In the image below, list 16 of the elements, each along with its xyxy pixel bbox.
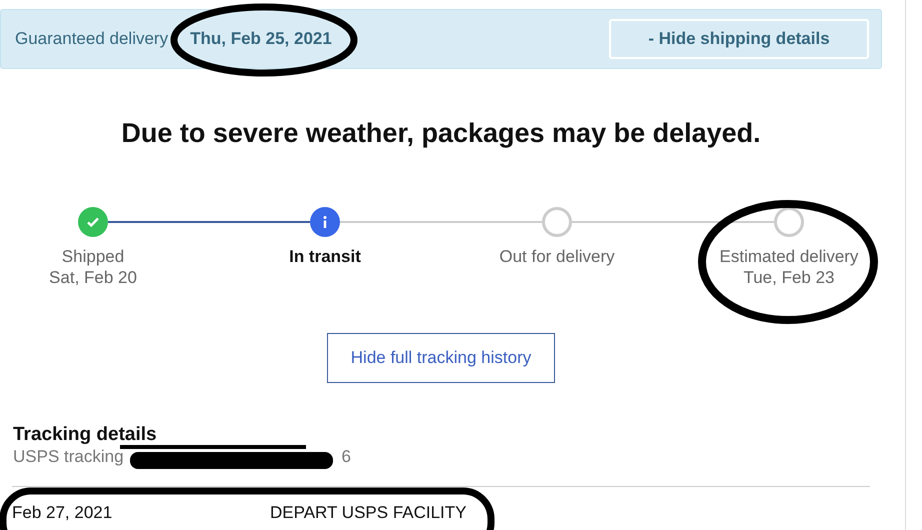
hide-shipping-button[interactable]: - Hide shipping details: [609, 19, 869, 59]
step-date: Sat, Feb 20: [49, 267, 137, 288]
event-date: Feb 27, 2021: [12, 503, 114, 523]
step-title: Shipped: [62, 246, 124, 267]
hide-history-button[interactable]: Hide full tracking history: [327, 333, 555, 383]
delivery-label: Guaranteed delivery: [15, 29, 168, 49]
tracking-number: 6: [342, 447, 352, 467]
tracking-label: USPS tracking: [13, 447, 124, 467]
event-status: DEPART USPS FACILITY: [270, 503, 467, 523]
step-date: Tue, Feb 23: [743, 267, 835, 288]
tracking-heading: Tracking details: [13, 423, 158, 447]
step-title: In transit: [289, 246, 361, 267]
step-title: Estimated delivery: [720, 246, 858, 267]
step-title: Out for delivery: [499, 246, 615, 267]
weather-notice: Due to severe weather, packages may be delayed.: [120, 117, 762, 149]
delivery-date: Thu, Feb 25, 2021: [190, 29, 332, 49]
